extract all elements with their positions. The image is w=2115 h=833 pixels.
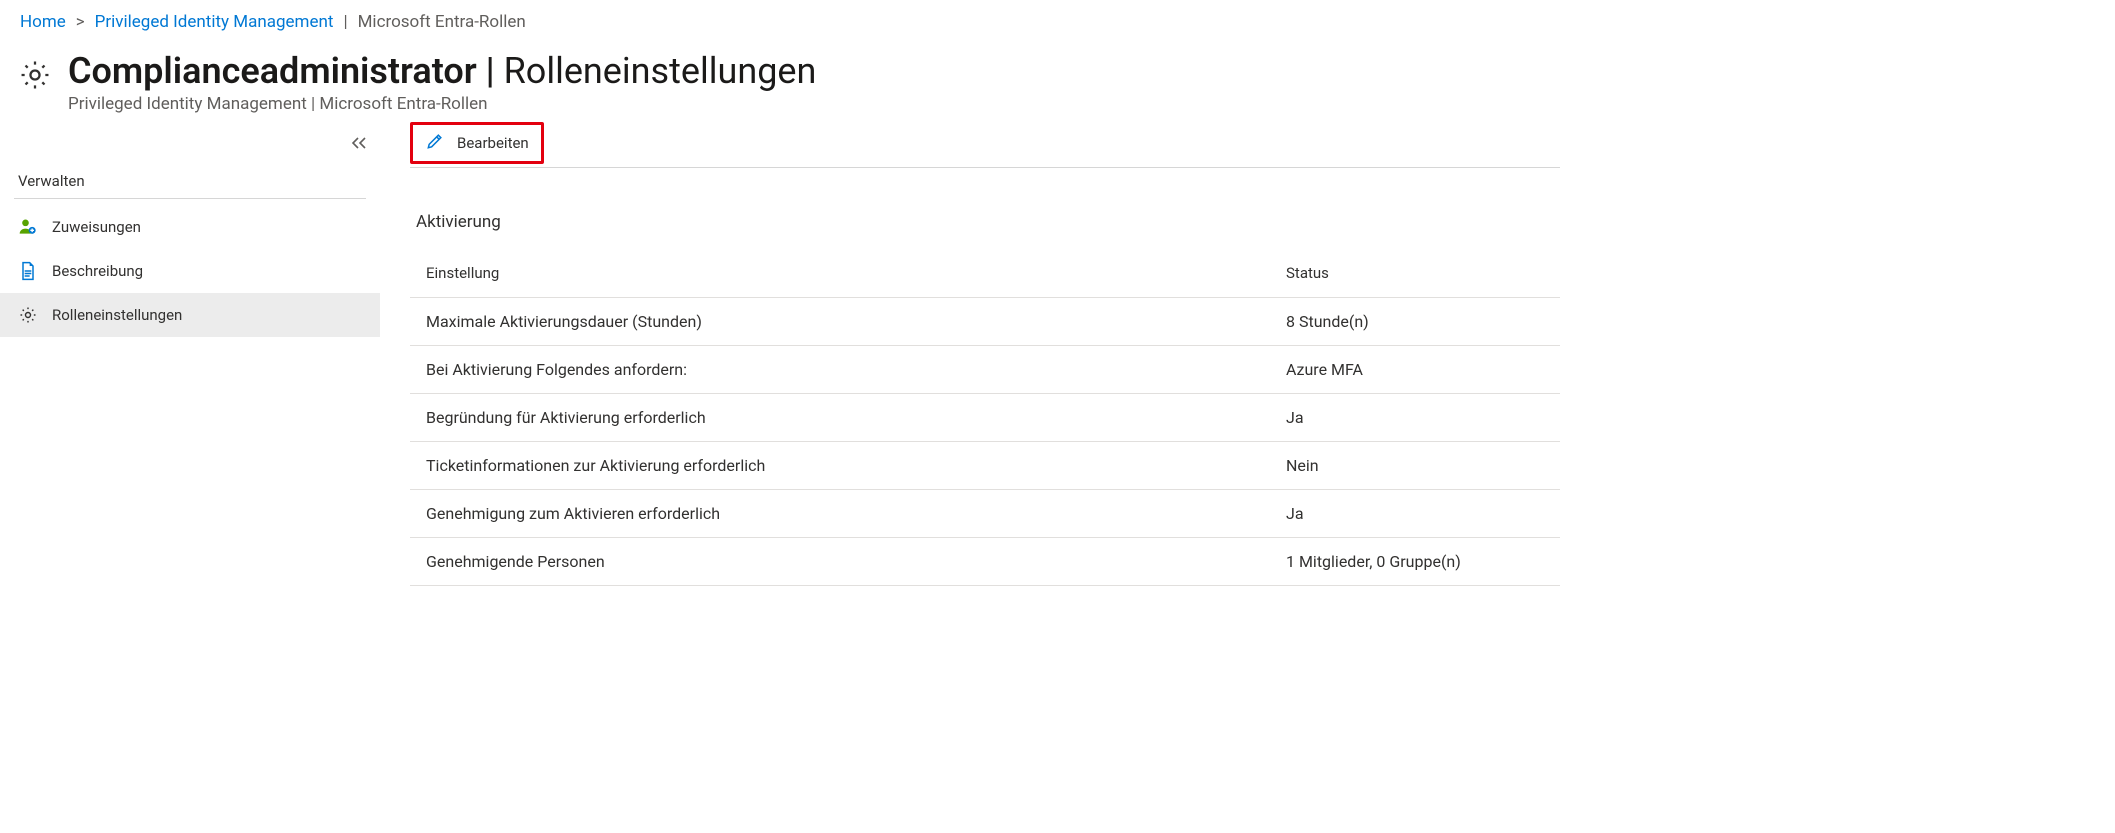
page-subtitle-right: Microsoft Entra-Rollen (319, 94, 487, 114)
col-header-setting: Einstellung (414, 264, 1286, 282)
activation-table: Einstellung Status Maximale Aktivierungs… (410, 250, 1560, 586)
breadcrumb-pim[interactable]: Privileged Identity Management (95, 12, 334, 32)
page-title: Complianceadministrator | Rolleneinstell… (68, 52, 816, 92)
page-title-right: Rolleneinstellungen (504, 50, 817, 92)
sidebar-item-role-settings[interactable]: Rolleneinstellungen (0, 293, 380, 337)
table-row: Bei Aktivierung Folgendes anfordern: Azu… (410, 346, 1560, 394)
setting-status: 8 Stunde(n) (1286, 312, 1556, 331)
gear-icon (18, 305, 38, 325)
breadcrumb: Home > Privileged Identity Management | … (0, 0, 2115, 38)
person-plus-icon (18, 217, 38, 237)
page-title-left: Complianceadministrator (68, 50, 477, 92)
document-icon (18, 261, 38, 281)
page-subtitle-left: Privileged Identity Management (68, 94, 307, 114)
table-row: Begründung für Aktivierung erforderlich … (410, 394, 1560, 442)
setting-label: Ticketinformationen zur Aktivierung erfo… (414, 456, 1286, 475)
content-area: Bearbeiten Aktivierung Einstellung Statu… (380, 120, 1580, 586)
page-subtitle: Privileged Identity Management | Microso… (68, 94, 816, 114)
setting-status: Azure MFA (1286, 360, 1556, 379)
sidebar-item-description[interactable]: Beschreibung (0, 249, 380, 293)
toolbar: Bearbeiten (410, 120, 1560, 168)
sidebar-section-label: Verwalten (0, 162, 380, 198)
edit-button-label: Bearbeiten (457, 134, 529, 152)
sidebar-item-label: Zuweisungen (52, 218, 141, 236)
breadcrumb-sep-1: > (76, 12, 85, 32)
sidebar-item-label: Beschreibung (52, 262, 143, 280)
breadcrumb-home[interactable]: Home (20, 12, 66, 32)
setting-label: Begründung für Aktivierung erforderlich (414, 408, 1286, 427)
table-row: Ticketinformationen zur Aktivierung erfo… (410, 442, 1560, 490)
setting-status: Ja (1286, 408, 1556, 427)
breadcrumb-tail: Microsoft Entra-Rollen (358, 12, 526, 32)
sidebar-item-label: Rolleneinstellungen (52, 306, 182, 324)
collapse-sidebar-button[interactable] (350, 135, 368, 154)
setting-status: Ja (1286, 504, 1556, 523)
setting-label: Maximale Aktivierungsdauer (Stunden) (414, 312, 1286, 331)
setting-label: Genehmigende Personen (414, 552, 1286, 571)
setting-label: Bei Aktivierung Folgendes anfordern: (414, 360, 1286, 379)
table-row: Genehmigung zum Aktivieren erforderlich … (410, 490, 1560, 538)
sidebar-item-assignments[interactable]: Zuweisungen (0, 205, 380, 249)
page-title-pipe: | (486, 50, 504, 92)
pencil-icon (425, 131, 445, 155)
setting-label: Genehmigung zum Aktivieren erforderlich (414, 504, 1286, 523)
col-header-status: Status (1286, 264, 1556, 282)
breadcrumb-pipe: | (343, 12, 347, 32)
sidebar-separator (14, 198, 366, 199)
table-row: Maximale Aktivierungsdauer (Stunden) 8 S… (410, 298, 1560, 346)
edit-button[interactable]: Bearbeiten (410, 122, 544, 164)
setting-status: Nein (1286, 456, 1556, 475)
table-header: Einstellung Status (410, 250, 1560, 298)
activation-section-title: Aktivierung (410, 168, 1560, 250)
table-row: Genehmigende Personen 1 Mitglieder, 0 Gr… (410, 538, 1560, 586)
approvers-link[interactable]: 1 Mitglieder, 0 Gruppe(n) (1286, 552, 1556, 571)
page-header: Complianceadministrator | Rolleneinstell… (0, 38, 2115, 120)
sidebar: Verwalten Zuweisungen Bes (0, 120, 380, 586)
gear-icon (18, 58, 52, 92)
